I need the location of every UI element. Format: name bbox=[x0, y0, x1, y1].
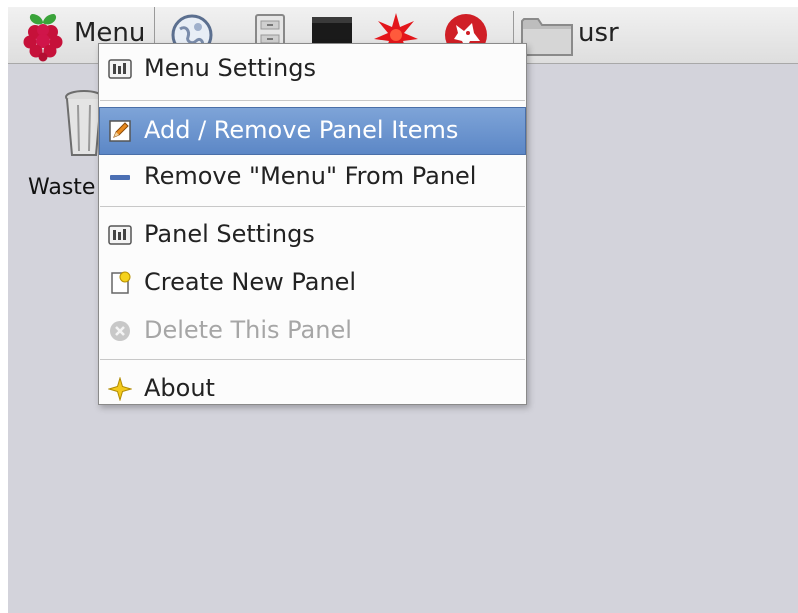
raspberry-icon bbox=[23, 14, 63, 62]
menu-item-about[interactable]: About bbox=[100, 366, 525, 412]
menu-separator bbox=[100, 100, 525, 101]
desktop: Menu usr Waste Menu Settings Add / Remov… bbox=[8, 7, 798, 613]
menu-item-label: Remove "Menu" From Panel bbox=[144, 162, 477, 190]
usr-folder-label: usr bbox=[578, 18, 619, 48]
star-icon bbox=[108, 377, 132, 401]
menu-item-label: Add / Remove Panel Items bbox=[144, 116, 459, 144]
menu-item-panel-settings[interactable]: Panel Settings bbox=[100, 212, 525, 258]
new-document-icon bbox=[111, 271, 131, 294]
settings-icon bbox=[108, 59, 132, 79]
folder-icon bbox=[521, 18, 573, 56]
settings-icon bbox=[108, 225, 132, 245]
menu-separator bbox=[100, 206, 525, 207]
usr-folder-button[interactable] bbox=[520, 13, 574, 61]
menu-item-label: Menu Settings bbox=[144, 54, 316, 82]
menu-item-label: About bbox=[144, 374, 215, 402]
menu-item-label: Delete This Panel bbox=[144, 316, 352, 344]
edit-icon bbox=[109, 120, 131, 142]
menu-item-add-remove-panel-items[interactable]: Add / Remove Panel Items bbox=[99, 107, 526, 155]
menu-separator bbox=[100, 359, 525, 360]
remove-icon bbox=[110, 175, 130, 180]
menu-item-label: Panel Settings bbox=[144, 220, 315, 248]
menu-item-create-new-panel[interactable]: Create New Panel bbox=[100, 260, 525, 306]
delete-icon bbox=[110, 321, 130, 341]
menu-item-label: Create New Panel bbox=[144, 268, 357, 296]
panel-context-menu: Menu Settings Add / Remove Panel Items R… bbox=[98, 43, 527, 405]
menu-item-remove-menu-from-panel[interactable]: Remove "Menu" From Panel bbox=[100, 154, 525, 200]
menu-item-delete-this-panel[interactable]: Delete This Panel bbox=[100, 308, 525, 354]
trash-label: Waste bbox=[28, 175, 96, 200]
menu-item-menu-settings[interactable]: Menu Settings bbox=[100, 46, 525, 92]
